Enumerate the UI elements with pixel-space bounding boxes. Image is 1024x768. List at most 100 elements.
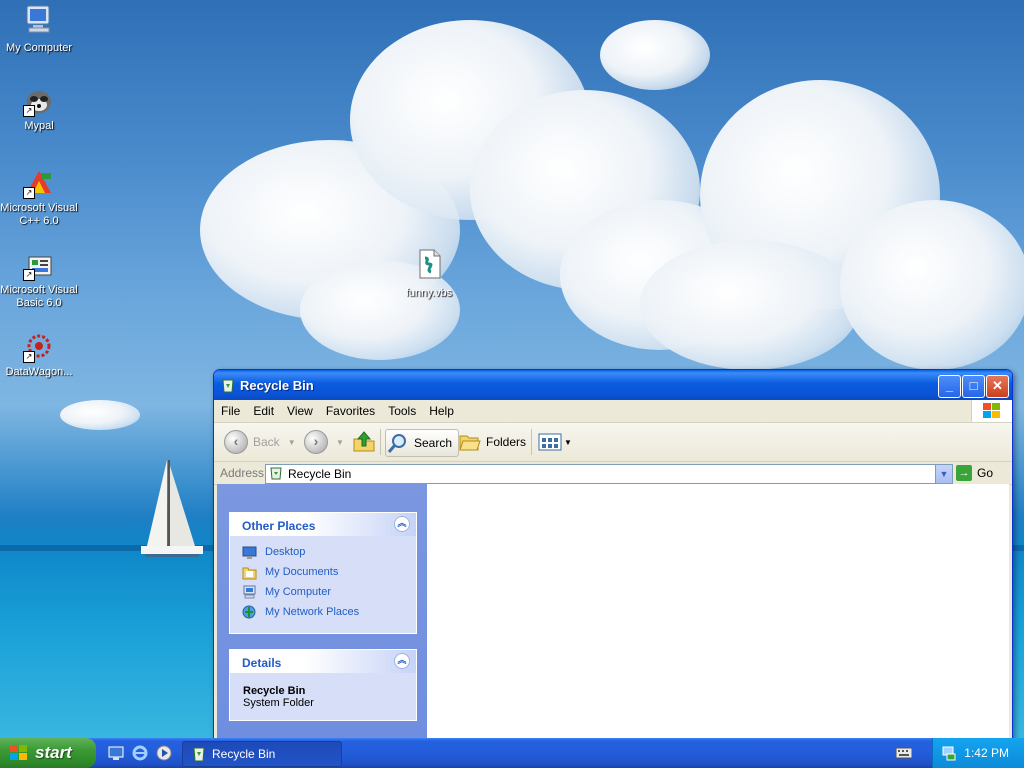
views-grid-icon [538, 433, 562, 451]
other-places-panel: Other Places ︽ Desktop My Documents My C… [229, 512, 417, 634]
place-link-label: Desktop [265, 546, 306, 558]
clock[interactable]: 1:42 PM [964, 746, 1009, 760]
internet-explorer-icon[interactable] [132, 745, 148, 761]
collapse-icon[interactable]: ︽ [394, 653, 410, 669]
desktop-icon [242, 546, 257, 559]
minimize-button[interactable]: _ [938, 375, 961, 398]
menu-favorites[interactable]: Favorites [319, 400, 381, 418]
search-button[interactable]: Search [385, 429, 460, 457]
computer-icon [26, 5, 50, 33]
up-folder-icon [353, 431, 375, 452]
desktop-icon-label: Mypal [24, 120, 54, 132]
explorer-content: Other Places ︽ Desktop My Documents My C… [217, 484, 1009, 742]
close-icon: ✕ [992, 378, 1003, 393]
cloud [640, 240, 860, 370]
desktop-icon-visual-basic[interactable]: ↗ Microsoft Visual Basic 6.0 [0, 249, 79, 310]
shortcut-arrow-icon: ↗ [23, 351, 35, 363]
place-link-label: My Documents [265, 566, 339, 578]
details-name: Recycle Bin [243, 685, 306, 697]
maximize-button[interactable]: □ [962, 375, 985, 398]
address-bar: Address Recycle Bin ▼ → Go [214, 462, 1012, 485]
details-type: System Folder [243, 697, 314, 709]
desktop-icon-label: funny.vbs [405, 287, 453, 299]
back-dropdown-icon: ▼ [287, 437, 296, 447]
computer-icon [243, 585, 256, 599]
place-link-desktop[interactable]: Desktop [230, 542, 416, 562]
details-panel: Details ︽ Recycle Bin System Folder [229, 649, 417, 721]
network-tray-icon[interactable] [941, 745, 957, 761]
menu-tools[interactable]: Tools [381, 400, 422, 418]
search-label: Search [414, 436, 453, 450]
details-header[interactable]: Details ︽ [230, 650, 416, 673]
close-button[interactable]: ✕ [986, 375, 1009, 398]
standard-toolbar: ‹ Back ▼ › ▼ Search Folders ▼ [214, 423, 1012, 462]
script-file-icon [419, 249, 441, 279]
folders-label: Folders [486, 435, 527, 449]
collapse-icon[interactable]: ︽ [394, 516, 410, 532]
place-link-label: My Computer [265, 586, 332, 598]
folders-button[interactable]: Folders [458, 429, 526, 455]
maximize-icon: □ [969, 378, 978, 393]
file-list-area[interactable] [427, 484, 1009, 742]
minimize-icon: _ [945, 378, 954, 393]
desktop-icon-label: DataWagon... [5, 366, 73, 378]
keyboard-icon[interactable] [896, 747, 912, 759]
back-arrow-icon: ‹ [224, 430, 248, 454]
windows-flag-icon [983, 403, 1000, 418]
show-desktop-icon[interactable] [108, 745, 124, 761]
menu-view[interactable]: View [280, 400, 319, 418]
back-button[interactable]: ‹ Back ▼ [224, 429, 296, 455]
title-bar[interactable]: Recycle Bin _ □ ✕ [214, 370, 1012, 400]
menu-help[interactable]: Help [422, 400, 460, 418]
forward-arrow-icon: › [304, 430, 328, 454]
task-pane: Other Places ︽ Desktop My Documents My C… [217, 484, 427, 742]
taskbar-item-recycle-bin[interactable]: Recycle Bin [182, 741, 342, 767]
place-link-my-computer[interactable]: My Computer [230, 582, 416, 602]
start-button[interactable]: start [0, 738, 96, 768]
chevron-down-icon: ▼ [939, 469, 949, 479]
menu-file[interactable]: File [214, 400, 246, 418]
desktop-icon-my-computer[interactable]: My Computer [0, 3, 79, 55]
desktop-icon-datawagon[interactable]: ↗ DataWagon... [0, 331, 79, 379]
address-value: Recycle Bin [288, 467, 352, 481]
details-title: Details [242, 656, 282, 670]
menu-edit[interactable]: Edit [246, 400, 280, 418]
menu-bar: File Edit View Favorites Tools Help [214, 400, 1012, 423]
recycle-bin-icon [193, 747, 205, 762]
window-title: Recycle Bin [240, 378, 314, 393]
media-player-icon[interactable] [156, 745, 172, 761]
other-places-title: Other Places [242, 519, 316, 533]
address-label: Address [220, 466, 265, 480]
toolbar-separator [380, 429, 381, 455]
taskbar: start Recycle Bin 1:42 PM [0, 738, 1024, 768]
address-dropdown-button[interactable]: ▼ [935, 465, 952, 483]
place-link-my-documents[interactable]: My Documents [230, 562, 416, 582]
forward-button[interactable]: › ▼ [304, 429, 344, 455]
folders-icon [459, 435, 481, 451]
address-input[interactable]: Recycle Bin ▼ [265, 464, 953, 484]
recycle-bin-icon [270, 467, 282, 480]
recycle-bin-icon [222, 379, 234, 393]
my-documents-icon [242, 567, 257, 580]
other-places-header[interactable]: Other Places ︽ [230, 513, 416, 536]
place-link-my-network-places[interactable]: My Network Places [230, 602, 416, 622]
desktop-icon-mypal[interactable]: ↗ Mypal [0, 85, 79, 133]
desktop-icon-label: Microsoft Visual C++ 6.0 [0, 202, 78, 227]
place-link-label: My Network Places [265, 606, 360, 618]
go-button[interactable]: → Go [956, 464, 993, 482]
windows-logo [971, 400, 1012, 422]
search-icon [387, 434, 406, 453]
desktop-icon-funny-vbs[interactable]: funny.vbs [389, 248, 469, 300]
recycle-bin-window[interactable]: Recycle Bin _ □ ✕ File Edit View Favorites T… [213, 369, 1013, 743]
system-tray: 1:42 PM [932, 738, 1024, 768]
views-button[interactable]: ▼ [538, 429, 572, 455]
taskbar-item-label: Recycle Bin [212, 747, 276, 761]
up-folder-button[interactable] [352, 429, 376, 455]
forward-dropdown-icon: ▼ [336, 437, 344, 447]
back-label: Back [253, 435, 280, 449]
shortcut-arrow-icon: ↗ [23, 269, 35, 281]
start-label: start [35, 743, 72, 762]
desktop-icon-label: Microsoft Visual Basic 6.0 [0, 284, 78, 309]
desktop-icon-visual-cpp[interactable]: ↗ Microsoft Visual C++ 6.0 [0, 167, 79, 228]
go-label: Go [977, 466, 994, 480]
